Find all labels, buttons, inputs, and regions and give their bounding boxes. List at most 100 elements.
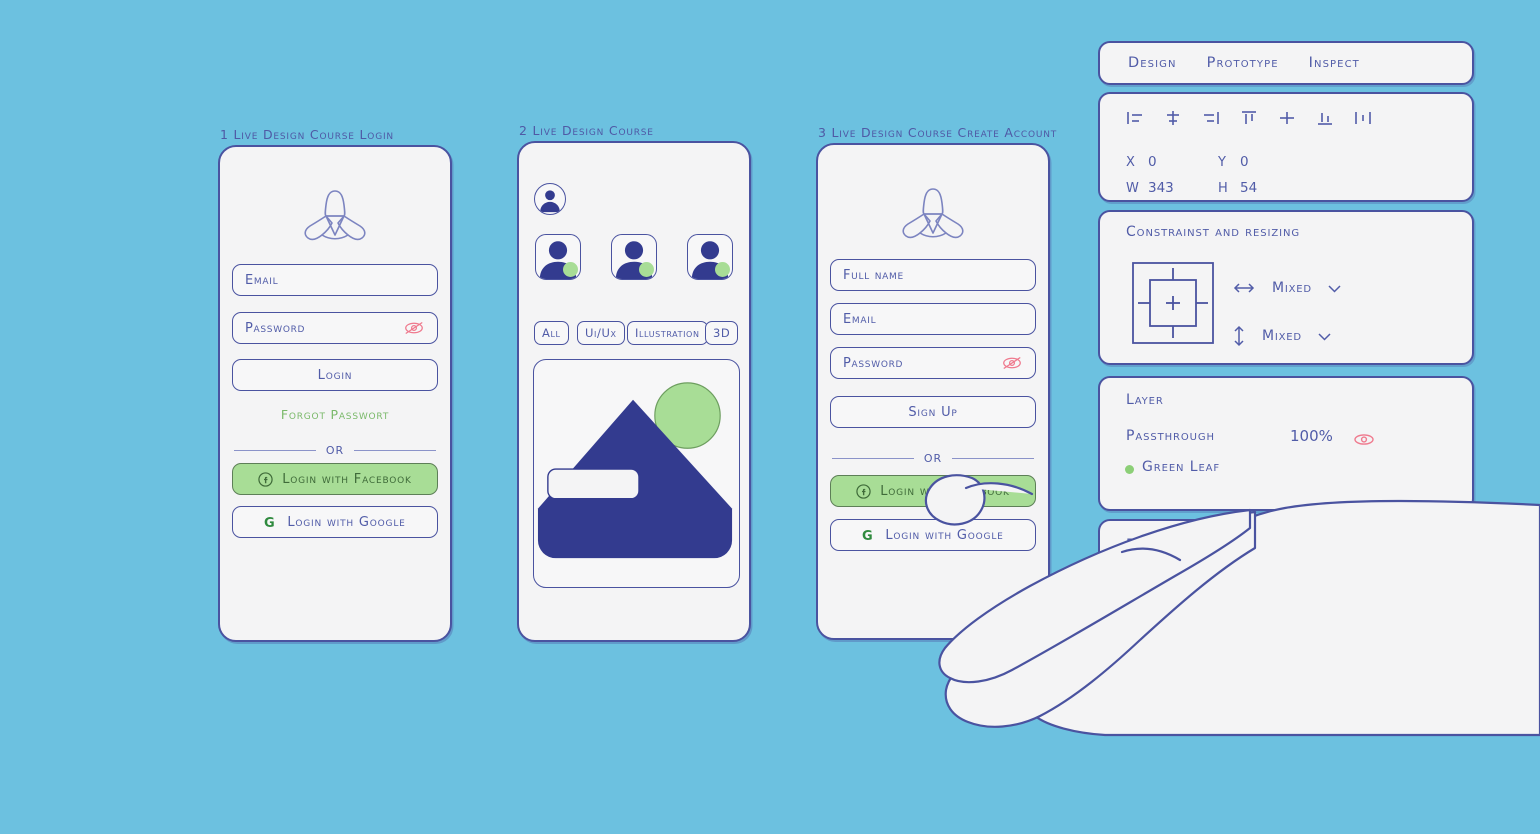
filter-chip-3d-label: 3D [713,326,731,340]
constraints-diagram[interactable] [1130,260,1216,346]
user-avatar-glyph [540,190,560,213]
eye-slash-icon[interactable] [1001,356,1023,370]
divider-line-left-1 [234,449,316,452]
google-login-label-1: Login with Google [287,514,406,530]
google-icon: G [264,516,275,530]
email-field-1[interactable]: Email [232,264,438,296]
x-label: X [1126,154,1136,170]
align-center-vertical-icon[interactable] [1278,110,1296,126]
alignment-toolbar [1126,110,1372,126]
eye-slash-icon[interactable] [1352,432,1376,447]
avatar-card-2[interactable] [611,234,657,280]
dimensions-group: X 0 Y 0 W 343 H 54 [1126,154,1310,196]
google-login-button-1[interactable]: G Login with Google [232,506,438,538]
login-button-1[interactable]: Login [232,359,438,391]
chevron-down-icon [1328,284,1341,293]
svg-text:G: G [264,516,275,530]
layer-item-name[interactable]: Green Leaf [1142,459,1220,475]
align-top-icon[interactable] [1240,110,1258,126]
google-login-button-3[interactable]: G Login with Google [830,519,1036,551]
inspector-constraints-panel: Constrainst and resizing Mixed Mixed [1098,210,1474,365]
plus-icon[interactable] [1430,603,1450,623]
layer-blend-mode[interactable]: Passthrough [1126,428,1215,444]
x-value[interactable]: 0 [1148,154,1218,170]
horizontal-constraint-row[interactable]: Mixed [1232,280,1341,296]
password-placeholder-1: Password [245,320,306,336]
or-label-1: OR [325,444,345,457]
distribute-horizontal-icon[interactable] [1354,110,1372,126]
phone-frame-3: Full name Email Password Sign Up OR Logi… [816,143,1050,640]
email-placeholder-1: Email [245,272,279,288]
filter-chip-all[interactable]: All [534,321,569,345]
online-status-dot [715,262,730,277]
horizontal-constraint-value: Mixed [1272,280,1312,296]
filter-chip-illustration[interactable]: Illustration [627,321,708,345]
trefoil-leaf-logo [902,188,964,239]
plus-icon[interactable] [1430,537,1450,557]
screen-2-course-list: 2 Live Design Course All Ui/Ux Illustrat… [517,123,751,642]
google-icon: G [862,529,873,543]
align-right-icon[interactable] [1202,110,1220,126]
or-divider-3: OR [832,452,1034,465]
tab-design[interactable]: Design [1128,55,1177,71]
trefoil-leaf-logo [304,190,366,241]
layer-opacity-value[interactable]: 100% [1290,427,1333,445]
align-left-icon[interactable] [1126,110,1144,126]
w-label: W [1126,180,1140,196]
facebook-icon [258,471,273,487]
inspector-effects-panel [1098,585,1474,641]
tab-inspect[interactable]: Inspect [1309,55,1360,71]
filter-chip-uiux[interactable]: Ui/Ux [577,321,625,345]
inspector-align-panel: X 0 Y 0 W 343 H 54 [1098,92,1474,202]
eye-slash-icon[interactable] [403,321,425,335]
screen-3-title: 3 Live Design Course Create Account [818,125,1058,140]
password-field-1[interactable]: Password [232,312,438,344]
constraints-title: Constrainst and resizing [1126,224,1300,240]
profile-avatar-icon[interactable] [534,183,566,215]
inspector-fill-panel: F [1098,519,1474,575]
email-field-3[interactable]: Email [830,303,1036,335]
facebook-login-button-3[interactable]: Login with Facebook [830,475,1036,507]
phone-frame-1: Email Password Login Forgot Passwort OR [218,145,452,642]
wireframe-canvas: 1 Live Design Course Login Email Passwor… [0,0,1540,834]
fullname-field-3[interactable]: Full name [830,259,1036,291]
y-label: Y [1218,154,1227,170]
password-field-3[interactable]: Password [830,347,1036,379]
vertical-arrows-icon [1234,325,1244,347]
email-placeholder-3: Email [843,311,877,327]
forgot-password-link[interactable]: Forgot Passwort [220,407,450,422]
vertical-constraint-row[interactable]: Mixed [1232,324,1331,348]
tab-prototype[interactable]: Prototype [1207,55,1279,71]
divider-line-right-1 [354,449,436,452]
divider-line-right-3 [952,457,1034,460]
fullname-placeholder-3: Full name [843,267,904,283]
horizontal-arrows-icon [1233,283,1255,293]
online-status-dot [563,262,578,277]
filter-chip-uiux-label: Ui/Ux [585,326,617,340]
inspector-layer-panel: Layer Passthrough 100% Green Leaf [1098,376,1474,511]
screen-1-title: 1 Live Design Course Login [220,127,394,142]
align-bottom-icon[interactable] [1316,110,1334,126]
screen-3-create-account: 3 Live Design Course Create Account Full… [816,125,1056,640]
facebook-login-button-1[interactable]: Login with Facebook [232,463,438,495]
facebook-icon [856,483,871,499]
w-value[interactable]: 343 [1148,180,1218,196]
mountain-image-placeholder [537,382,733,559]
or-label-3: OR [923,452,943,465]
h-label: H [1218,180,1229,196]
chevron-down-icon [1318,332,1331,341]
login-button-label-1: Login [317,367,353,383]
course-image-placeholder[interactable] [533,359,740,588]
google-login-label-3: Login with Google [885,527,1004,543]
filter-chip-all-label: All [542,326,561,340]
password-placeholder-3: Password [843,355,904,371]
avatar-card-1[interactable] [535,234,581,280]
screen-1-login: 1 Live Design Course Login Email Passwor… [218,127,452,642]
avatar-card-3[interactable] [687,234,733,280]
h-value[interactable]: 54 [1240,180,1310,196]
y-value[interactable]: 0 [1240,154,1310,170]
filter-chip-3d[interactable]: 3D [705,321,739,345]
signup-button-3[interactable]: Sign Up [830,396,1036,428]
phone-frame-2: All Ui/Ux Illustration 3D [517,141,751,642]
align-center-horizontal-icon[interactable] [1164,110,1182,126]
